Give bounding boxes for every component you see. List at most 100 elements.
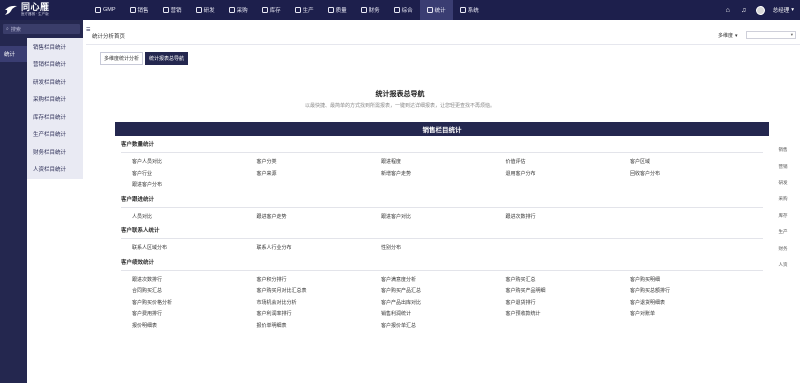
nav-item-11[interactable]: 系统 xyxy=(453,0,486,20)
report-link[interactable]: 客户来源 xyxy=(257,168,382,180)
report-link[interactable]: 客户购买产品汇总 xyxy=(381,285,506,297)
range-select[interactable]: 多维度 ▾ xyxy=(718,32,738,40)
system-icon xyxy=(459,7,466,13)
sidebar-item-7[interactable]: 人资栏目统计 xyxy=(27,161,83,179)
report-link[interactable]: 跟进客户对比 xyxy=(381,211,506,223)
chevron-down-icon: ▾ xyxy=(790,32,793,37)
report-link[interactable]: 联系人行业分布 xyxy=(257,242,382,254)
anchor-link-2[interactable]: 研发 xyxy=(773,175,793,191)
report-link[interactable]: 跟进程度 xyxy=(381,156,506,168)
report-link[interactable]: 报价单明细表 xyxy=(257,320,382,332)
nav-item-1[interactable]: 销售 xyxy=(123,0,156,20)
search-input[interactable]: ⌕ 搜索 xyxy=(3,24,80,34)
nav-label: 财务 xyxy=(368,8,380,14)
tab-1[interactable]: 统计报表总导航 xyxy=(145,52,189,65)
logo: 同心雁 医疗器械 · 生产版 xyxy=(0,0,80,20)
report-link[interactable]: 回收客户分布 xyxy=(630,168,755,180)
report-link[interactable]: 销售利润统计 xyxy=(381,308,506,320)
report-link[interactable]: 跟进客户分布 xyxy=(132,179,257,191)
report-link[interactable]: 合同购买汇总 xyxy=(132,285,257,297)
nav-label: 生产 xyxy=(302,8,314,14)
nav-item-5[interactable]: 库存 xyxy=(255,0,288,20)
nav-item-6[interactable]: 生产 xyxy=(288,0,321,20)
report-link[interactable]: 性别分布 xyxy=(381,242,506,254)
purchase-icon xyxy=(228,7,235,13)
quality-icon xyxy=(327,7,334,13)
report-link[interactable]: 客户退货明细表 xyxy=(630,297,755,309)
tab-0[interactable]: 多维度统计分析 xyxy=(100,52,144,65)
report-link[interactable]: 客户积分排行 xyxy=(257,274,382,286)
sidebar-module-stats[interactable]: 统计 xyxy=(0,46,27,62)
nav-item-3[interactable]: 研发 xyxy=(189,0,222,20)
report-link[interactable]: 价值评估 xyxy=(506,156,631,168)
sidebar-item-0[interactable]: 销售栏目统计 xyxy=(27,38,83,56)
nav-label: 采购 xyxy=(236,8,248,14)
sidebar-item-6[interactable]: 财务栏目统计 xyxy=(27,143,83,161)
report-link[interactable]: 客户分类 xyxy=(257,156,382,168)
nav-item-7[interactable]: 质量 xyxy=(321,0,354,20)
report-link[interactable]: 新增客户走势 xyxy=(381,168,506,180)
nav-label: 销售 xyxy=(137,8,149,14)
report-link[interactable]: 客户购买总额排行 xyxy=(630,285,755,297)
report-link[interactable]: 客户报价单汇总 xyxy=(381,320,506,332)
report-link[interactable]: 市场机会对比分析 xyxy=(257,297,382,309)
report-link[interactable]: 客户区域 xyxy=(630,156,755,168)
user-menu[interactable]: 总经理 ▾ xyxy=(773,6,794,14)
module-nav: GMP 销售 营销 研发 采购 库存 生产 质量 财务 综合 统计 系统 xyxy=(88,0,486,20)
page-subtitle: 以最快捷、最简单的方式找到所需报表，一键到达详细报表，让您轻更查找不再烦恼。 xyxy=(304,103,495,109)
sidebar-item-2[interactable]: 研发栏目统计 xyxy=(27,73,83,91)
stats-section: 客户联系人统计 联系人区域分布 联系人行业分布 性别分布 xyxy=(115,222,769,254)
report-link[interactable]: 客户费用排行 xyxy=(132,308,257,320)
range-input[interactable]: ▾ xyxy=(746,31,796,39)
sidebar-item-5[interactable]: 生产栏目统计 xyxy=(27,126,83,144)
report-link[interactable]: 跟进次数排行 xyxy=(506,211,631,223)
nav-item-0[interactable]: GMP xyxy=(88,0,123,20)
brand-logo-icon xyxy=(4,4,18,16)
collapse-icon[interactable]: ☰ xyxy=(86,27,91,33)
avatar[interactable] xyxy=(755,5,765,15)
report-link[interactable]: 客户行业 xyxy=(132,168,257,180)
anchor-link-7[interactable]: 人资 xyxy=(773,257,793,273)
home-icon[interactable]: ⌂ xyxy=(724,6,732,14)
report-link[interactable]: 客户退货排行 xyxy=(506,297,631,309)
nav-item-8[interactable]: 财务 xyxy=(354,0,387,20)
report-link[interactable]: 客户购买汇总 xyxy=(506,274,631,286)
chevron-down-icon: ▾ xyxy=(791,7,794,13)
report-link[interactable]: 客户购买月对比汇总表 xyxy=(257,285,382,297)
nav-item-2[interactable]: 营销 xyxy=(156,0,189,20)
anchor-link-4[interactable]: 库存 xyxy=(773,208,793,224)
top-right-tools: ⌂ ♫ 总经理 ▾ xyxy=(724,0,794,20)
nav-item-10[interactable]: 统计 xyxy=(419,0,453,20)
report-link[interactable]: 客户对账单 xyxy=(630,308,755,320)
sidebar-item-1[interactable]: 营销栏目统计 xyxy=(27,56,83,74)
nav-label: 系统 xyxy=(467,8,479,14)
sidebar-item-4[interactable]: 库存栏目统计 xyxy=(27,108,83,126)
report-link[interactable]: 客户预收款统计 xyxy=(506,308,631,320)
marketing-icon xyxy=(162,7,169,13)
bell-icon[interactable]: ♫ xyxy=(740,6,748,14)
nav-label: 综合 xyxy=(401,8,413,14)
report-link[interactable]: 报价明细表 xyxy=(132,320,257,332)
stats-section: 客户跟进统计 人员对比 跟进客户走势 跟进客户对比 跟进次数排行 xyxy=(115,191,769,223)
report-link[interactable]: 客户购买产品明细 xyxy=(506,285,631,297)
report-link[interactable]: 退用客户分布 xyxy=(506,168,631,180)
nav-item-9[interactable]: 综合 xyxy=(387,0,420,20)
report-link[interactable]: 客户产品出库对比 xyxy=(381,297,506,309)
breadcrumb: 统计分析首页 xyxy=(92,34,126,40)
anchor-link-5[interactable]: 生产 xyxy=(773,224,793,240)
report-link[interactable]: 客户购买价格分析 xyxy=(132,297,257,309)
report-link[interactable]: 跟进次数排行 xyxy=(132,274,257,286)
anchor-link-0[interactable]: 销售 xyxy=(773,142,793,158)
report-link[interactable]: 跟进客户走势 xyxy=(257,211,382,223)
report-link[interactable]: 客户人员对比 xyxy=(132,156,257,168)
report-link[interactable]: 客户利润率排行 xyxy=(257,308,382,320)
anchor-link-6[interactable]: 财务 xyxy=(773,240,793,256)
report-link[interactable]: 客户购买明细 xyxy=(630,274,755,286)
report-link[interactable]: 客户满意度分析 xyxy=(381,274,506,286)
report-link[interactable]: 联系人区域分布 xyxy=(132,242,257,254)
anchor-link-1[interactable]: 营销 xyxy=(773,158,793,174)
anchor-link-3[interactable]: 采购 xyxy=(773,191,793,207)
nav-item-4[interactable]: 采购 xyxy=(222,0,255,20)
chevron-down-icon: ▾ xyxy=(735,32,738,39)
report-link[interactable]: 人员对比 xyxy=(132,211,257,223)
